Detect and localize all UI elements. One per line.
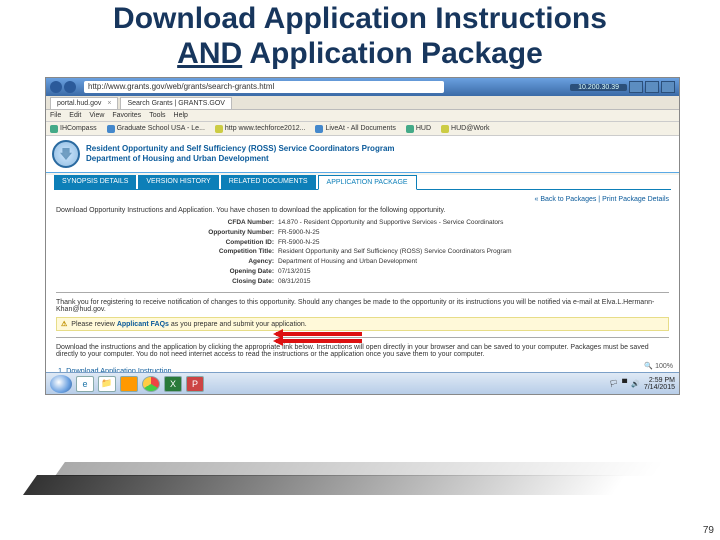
- bookmark-item[interactable]: Graduate School USA - Le...: [107, 125, 205, 133]
- taskbar-explorer-icon[interactable]: 📁: [98, 376, 116, 392]
- bookmark-icon: [215, 125, 223, 133]
- windows-taskbar: e 📁 X P 🏳 ▀ 🔊 2:59 PM 7/14/2015: [46, 372, 679, 394]
- tab-close-icon[interactable]: ×: [107, 100, 111, 107]
- page-header-text: Resident Opportunity and Self Sufficienc…: [86, 144, 395, 164]
- taskbar-powerpoint-icon[interactable]: P: [186, 376, 204, 392]
- minimize-button[interactable]: [629, 81, 643, 93]
- bookmark-item[interactable]: HUD: [406, 125, 431, 133]
- bookmark-item[interactable]: IHCompass: [50, 125, 97, 133]
- tray-network-icon[interactable]: ▀: [622, 380, 627, 387]
- faq-banner: ⚠ Please review Applicant FAQs as you pr…: [56, 317, 669, 331]
- taskbar-firefox-icon[interactable]: [120, 376, 138, 392]
- bookmark-icon: [50, 125, 58, 133]
- menu-help[interactable]: Help: [174, 112, 188, 119]
- tab-application-package[interactable]: APPLICATION PACKAGE: [318, 175, 417, 190]
- close-button[interactable]: [661, 81, 675, 93]
- print-package-link[interactable]: Print Package Details: [602, 196, 669, 203]
- warning-icon: ⚠: [61, 320, 67, 328]
- slide-title: Download Application Instructions AND Ap…: [0, 0, 720, 77]
- clock-date: 7/14/2015: [644, 384, 675, 391]
- back-to-packages-link[interactable]: « Back to Packages: [534, 196, 596, 203]
- tray-flag-icon[interactable]: 🏳: [609, 380, 618, 388]
- browser-titlebar: http://www.grants.gov/web/grants/search-…: [46, 78, 679, 96]
- page-tabs: SYNOPSIS DETAILS VERSION HISTORY RELATED…: [46, 175, 679, 190]
- slide-title-and: AND: [177, 37, 242, 70]
- browser-tab[interactable]: portal.hud.gov×: [50, 97, 118, 109]
- start-button[interactable]: [50, 375, 72, 393]
- back-button[interactable]: [50, 81, 62, 93]
- clock-time[interactable]: 2:59 PM: [644, 377, 675, 384]
- slide-page-number: 79: [703, 525, 714, 536]
- ip-indicator: 10.200.30.39: [570, 84, 627, 91]
- forward-button[interactable]: [64, 81, 76, 93]
- opportunity-details: CFDA Number: 14.870 - Resident Opportuni…: [56, 218, 669, 286]
- tray-volume-icon[interactable]: 🔊: [631, 380, 640, 388]
- browser-tab[interactable]: Search Grants | GRANTS.GOV: [120, 97, 232, 109]
- download-note: Download the instructions and the applic…: [56, 344, 669, 358]
- bookmark-item[interactable]: LiveAt - All Documents: [315, 125, 395, 133]
- menu-tools[interactable]: Tools: [149, 112, 165, 119]
- bookmark-icon: [406, 125, 414, 133]
- bookmark-icon: [315, 125, 323, 133]
- menu-file[interactable]: File: [50, 112, 61, 119]
- hud-seal-icon: [52, 140, 80, 168]
- menu-view[interactable]: View: [89, 112, 104, 119]
- taskbar-ie-icon[interactable]: e: [76, 376, 94, 392]
- annotation-arrows: [276, 329, 362, 346]
- applicant-faq-link[interactable]: Applicant FAQs: [117, 321, 169, 328]
- tab-version-history[interactable]: VERSION HISTORY: [138, 175, 218, 190]
- menu-edit[interactable]: Edit: [69, 112, 81, 119]
- arrow-icon: [276, 339, 362, 343]
- address-bar[interactable]: http://www.grants.gov/web/grants/search-…: [84, 81, 444, 93]
- decorative-shadow: [23, 475, 627, 495]
- system-tray[interactable]: 🏳 ▀ 🔊 2:59 PM 7/14/2015: [609, 377, 675, 391]
- bookmark-item[interactable]: http www.techforce2012...: [215, 125, 306, 133]
- page-content: « Back to Packages | Print Package Detai…: [46, 190, 679, 394]
- download-intro: Download Opportunity Instructions and Ap…: [56, 207, 669, 214]
- taskbar-excel-icon[interactable]: X: [164, 376, 182, 392]
- zoom-indicator[interactable]: 🔍 100%: [644, 362, 673, 370]
- tab-synopsis[interactable]: SYNOPSIS DETAILS: [54, 175, 136, 190]
- maximize-button[interactable]: [645, 81, 659, 93]
- menu-favorites[interactable]: Favorites: [112, 112, 141, 119]
- bookmarks-bar: IHCompass Graduate School USA - Le... ht…: [46, 122, 679, 136]
- page-header: Resident Opportunity and Self Sufficienc…: [46, 136, 679, 173]
- arrow-icon: [276, 332, 362, 336]
- bookmark-icon: [441, 125, 449, 133]
- bookmark-icon: [107, 125, 115, 133]
- browser-tabstrip: portal.hud.gov× Search Grants | GRANTS.G…: [46, 96, 679, 110]
- taskbar-chrome-icon[interactable]: [142, 376, 160, 392]
- page-action-links: « Back to Packages | Print Package Detai…: [56, 196, 669, 203]
- decorative-shadow: [55, 462, 665, 476]
- menu-bar: File Edit View Favorites Tools Help: [46, 110, 679, 122]
- tab-related-documents[interactable]: RELATED DOCUMENTS: [221, 175, 316, 190]
- thank-you-note: Thank you for registering to receive not…: [56, 299, 669, 313]
- browser-window: http://www.grants.gov/web/grants/search-…: [45, 77, 680, 395]
- bookmark-item[interactable]: HUD@Work: [441, 125, 489, 133]
